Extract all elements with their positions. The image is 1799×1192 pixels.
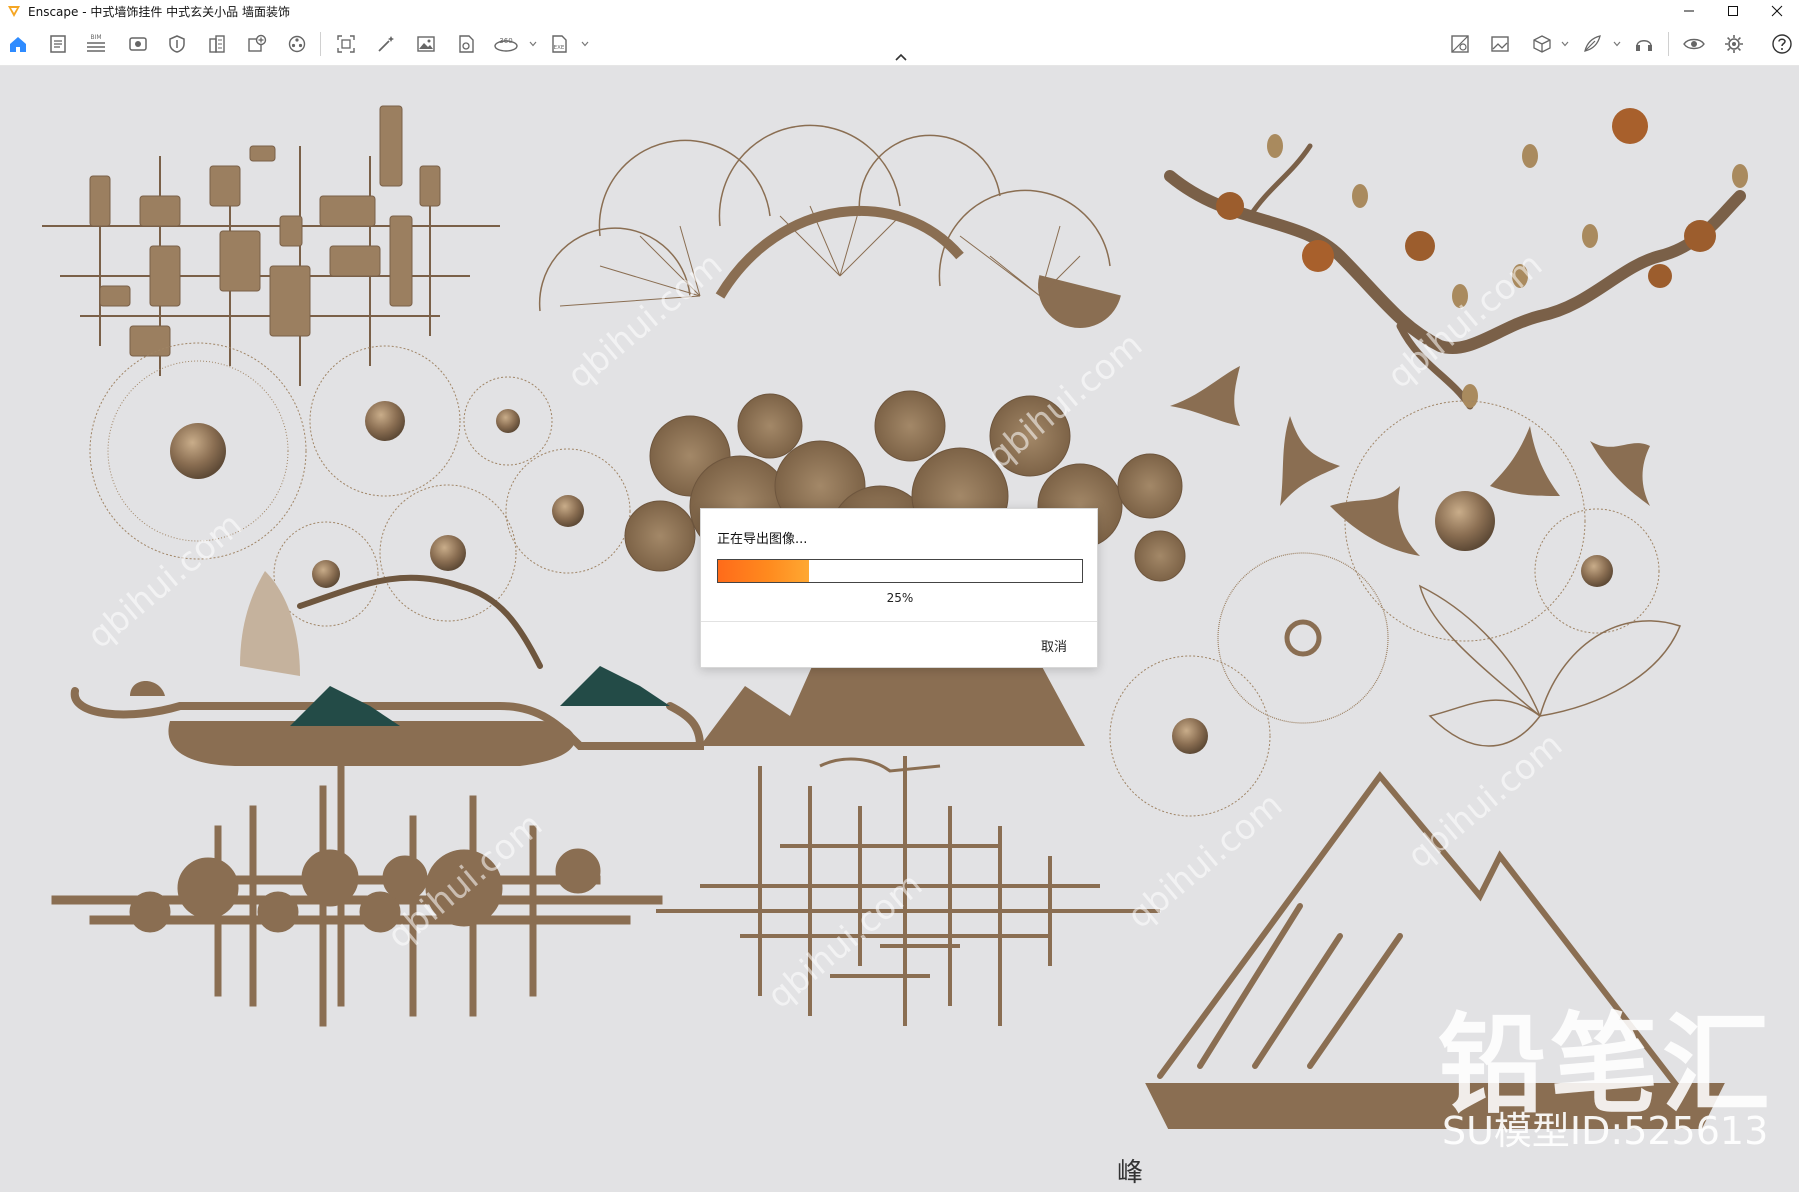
gear-icon: [1725, 35, 1743, 53]
decor-geometric-grid: [42, 105, 500, 386]
panorama-button[interactable]: 360: [492, 30, 520, 58]
feather-dropdown[interactable]: [1612, 36, 1622, 52]
close-icon: [1771, 5, 1783, 17]
help-icon: [1772, 34, 1792, 54]
enscape-logo-icon: [6, 3, 22, 19]
chevron-down-icon: [529, 41, 537, 47]
map-button[interactable]: [1446, 30, 1474, 58]
gallery-icon: [1491, 36, 1509, 52]
export-exe-icon: EXE: [552, 35, 567, 53]
chevron-down-icon: [1613, 41, 1621, 47]
home-icon: [10, 37, 26, 52]
capture-icon: [337, 35, 355, 53]
headset-button[interactable]: [1630, 30, 1658, 58]
magic-wand-button[interactable]: [372, 30, 400, 58]
decor-wire-fans: [538, 124, 1121, 328]
add-view-icon: [248, 34, 267, 52]
progress-fill: [718, 560, 809, 582]
shield-icon: [169, 35, 185, 53]
dialog-title: 正在导出图像...: [717, 532, 808, 547]
decor-ginkgo-sunburst: [1109, 552, 1681, 817]
dialog-divider: [701, 621, 1097, 622]
chevron-down-icon: [1561, 41, 1569, 47]
document-button[interactable]: [44, 30, 72, 58]
add-view-button[interactable]: [243, 30, 271, 58]
batch-render-button[interactable]: [452, 30, 480, 58]
decor-cranes-sun: [1170, 366, 1660, 642]
export-progress-dialog: 正在导出图像... 25% 取消: [700, 508, 1098, 668]
document-icon: [50, 35, 66, 53]
home-button[interactable]: [4, 30, 32, 58]
chevron-down-icon: [581, 41, 589, 47]
shield-button[interactable]: [163, 30, 191, 58]
decor-blossom-branch: [1164, 108, 1748, 410]
help-button[interactable]: [1768, 30, 1796, 58]
panorama-360-icon: 360: [494, 37, 518, 52]
toolbar-separator: [1668, 32, 1669, 56]
view-icon: [129, 37, 147, 51]
image-icon: [417, 36, 435, 52]
maximize-button[interactable]: [1711, 0, 1755, 22]
bim-button[interactable]: BIM: [82, 30, 110, 58]
close-button[interactable]: [1755, 0, 1799, 22]
minimize-icon: [1684, 10, 1694, 12]
export-progress-bar: [717, 559, 1083, 583]
gallery-button[interactable]: [1486, 30, 1514, 58]
seal-stamp: 峰图: [1116, 1158, 1143, 1188]
toolbar-separator: [320, 32, 321, 56]
decor-discs-bars: [51, 765, 663, 1027]
minimize-button[interactable]: [1667, 0, 1711, 22]
toolbar-collapse-button[interactable]: [890, 50, 912, 64]
general-settings-button[interactable]: [1720, 30, 1748, 58]
cube-dropdown[interactable]: [1560, 36, 1570, 52]
window-controls: [1667, 0, 1799, 22]
progress-percent: 25%: [886, 591, 914, 605]
feather-icon: [1584, 35, 1601, 52]
building-button[interactable]: [203, 30, 231, 58]
magic-wand-icon: [378, 36, 394, 52]
eye-icon: [1683, 38, 1705, 50]
maximize-icon: [1728, 6, 1738, 16]
batch-icon: [459, 35, 474, 53]
window-title: Enscape - 中式墙饰挂件 中式玄关小品 墙面装饰: [28, 4, 290, 19]
cube-icon: [1533, 35, 1551, 53]
export-dropdown[interactable]: [580, 36, 590, 52]
model-id-watermark: SU模型ID:525613: [1442, 1109, 1769, 1153]
title-bar: Enscape - 中式墙饰挂件 中式玄关小品 墙面装饰: [0, 0, 1799, 22]
bim-label: BIM: [90, 34, 101, 41]
bim-icon: BIM: [87, 34, 105, 52]
settings-wheel-icon: [288, 35, 306, 53]
building-icon: [209, 35, 225, 53]
chevron-up-icon: [895, 53, 907, 61]
cancel-button[interactable]: 取消: [1041, 636, 1067, 655]
export-exe-button[interactable]: EXE: [545, 30, 573, 58]
headset-icon: [1636, 40, 1652, 51]
exe-label: EXE: [554, 45, 565, 51]
visual-settings-button[interactable]: [1680, 30, 1708, 58]
cube-button[interactable]: [1528, 30, 1556, 58]
map-icon: [1451, 35, 1469, 53]
image-button[interactable]: [412, 30, 440, 58]
panorama-dropdown[interactable]: [528, 36, 538, 52]
feather-button[interactable]: [1578, 30, 1606, 58]
panorama-label: 360: [499, 37, 512, 45]
material-settings-button[interactable]: [283, 30, 311, 58]
capture-button[interactable]: [332, 30, 360, 58]
view-button[interactable]: [124, 30, 152, 58]
